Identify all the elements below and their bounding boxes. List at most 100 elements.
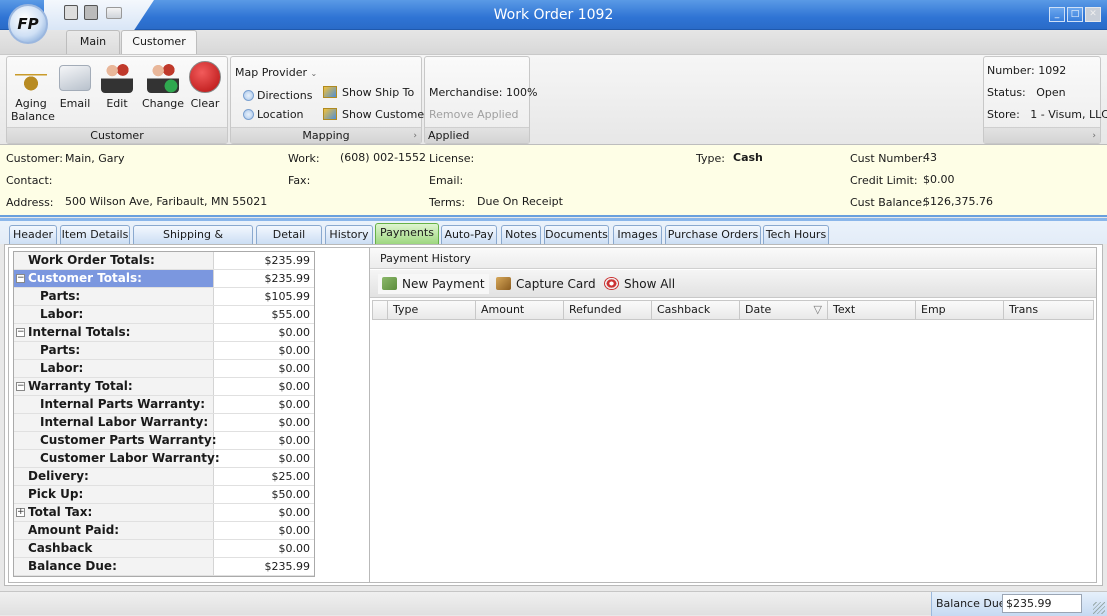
totals-row[interactable]: Work Order Totals: $235.99 — [14, 252, 314, 270]
email-button[interactable]: Email — [57, 61, 93, 110]
column-header-trans[interactable]: Trans — [1004, 301, 1093, 319]
column-header-type[interactable]: Type — [388, 301, 476, 319]
close-button[interactable]: ✕ — [1085, 7, 1101, 22]
tab-header[interactable]: Header — [9, 225, 57, 245]
capture-card-button[interactable]: Capture Card — [492, 274, 600, 294]
tab-auto-pay[interactable]: Auto-Pay — [441, 225, 497, 245]
mapping-group: Map Provider ⌄ Directions Location Show … — [230, 56, 429, 144]
totals-label-text: Parts: — [40, 289, 81, 303]
column-header-cashback[interactable]: Cashback — [652, 301, 740, 319]
column-header-amount[interactable]: Amount — [476, 301, 564, 319]
aging-balance-button[interactable]: Aging Balance — [11, 61, 55, 123]
new-payment-button[interactable]: New Payment — [378, 274, 489, 294]
location-button[interactable]: Location — [243, 108, 304, 121]
collapse-icon[interactable]: − — [16, 274, 25, 283]
balance-due-field[interactable]: $235.99 — [1002, 594, 1082, 613]
totals-label-text: Cashback — [28, 541, 93, 555]
tab-shipping-dispatching[interactable]: Shipping & Dispatching — [133, 225, 253, 259]
payment-history-pane: Payment History New Payment Capture Card… — [369, 247, 1097, 583]
totals-row-value: $0.00 — [278, 542, 311, 555]
totals-row[interactable]: Delivery: $25.00 — [14, 468, 314, 486]
minimize-button[interactable]: _ — [1049, 7, 1065, 22]
column-header-date[interactable]: Date ▽ — [740, 301, 828, 319]
totals-row[interactable]: Labor: $0.00 — [14, 360, 314, 378]
tab-notes[interactable]: Notes — [501, 225, 541, 245]
resize-grip-icon[interactable] — [1093, 602, 1105, 614]
cust-balance-value: $126,375.76 — [923, 195, 993, 208]
show-customer-button[interactable]: Show Customer — [323, 108, 429, 121]
customer-group: Aging Balance Email Edit Change Clear Cu… — [6, 56, 228, 144]
expand-icon[interactable]: + — [16, 508, 25, 517]
ribbon-tab-main[interactable]: Main — [66, 30, 120, 54]
totals-row[interactable]: − Internal Totals: $0.00 — [14, 324, 314, 342]
totals-row[interactable]: Internal Labor Warranty: $0.00 — [14, 414, 314, 432]
totals-label-text: Warranty Total: — [28, 379, 133, 393]
totals-row-value: $0.00 — [278, 434, 311, 447]
totals-label-text: Delivery: — [28, 469, 89, 483]
target-icon — [604, 277, 619, 290]
totals-row-value: $105.99 — [264, 290, 311, 303]
totals-row-value: $55.00 — [271, 308, 311, 321]
totals-row[interactable]: Pick Up: $50.00 — [14, 486, 314, 504]
column-header-refunded[interactable]: Refunded — [564, 301, 652, 319]
order-info-group: Number: 1092 Status: Open Store: 1 - Vis… — [983, 56, 1107, 144]
payments-content: Work Order Totals: $235.99− Customer Total… — [4, 244, 1103, 586]
maximize-button[interactable]: □ — [1067, 7, 1083, 22]
totals-row[interactable]: Labor: $55.00 — [14, 306, 314, 324]
totals-row[interactable]: Parts: $105.99 — [14, 288, 314, 306]
row-selector-header — [373, 301, 388, 319]
column-header-emp[interactable]: Emp — [916, 301, 1004, 319]
totals-row-value: $235.99 — [264, 272, 311, 285]
collapse-icon[interactable]: − — [16, 328, 25, 337]
tab-detail-lines[interactable]: Detail Lines — [256, 225, 322, 259]
edit-button[interactable]: Edit — [99, 61, 135, 110]
totals-row[interactable]: Parts: $0.00 — [14, 342, 314, 360]
tab-history[interactable]: History — [325, 225, 373, 245]
totals-row-value: $0.00 — [278, 344, 311, 357]
change-button[interactable]: Change — [141, 61, 185, 110]
app-menu-orb[interactable]: FP — [8, 4, 48, 44]
totals-row-label: Parts: — [14, 342, 214, 359]
tab-images[interactable]: Images — [613, 225, 662, 245]
totals-row[interactable]: Cashback $0.00 — [14, 540, 314, 558]
change-user-icon — [147, 61, 179, 93]
totals-label-text: Labor: — [40, 307, 84, 321]
totals-row[interactable]: Balance Due: $235.99 — [14, 558, 314, 576]
group-expand-icon[interactable]: › — [413, 128, 417, 144]
edit-user-icon — [101, 61, 133, 93]
merchandise-percentage[interactable]: Merchandise: 100% — [429, 86, 537, 99]
cust-balance-label: Cust Balance: — [850, 196, 926, 209]
window-title: Work Order 1092 — [493, 7, 614, 23]
totals-row[interactable]: − Customer Totals: $235.99 — [14, 270, 314, 288]
totals-row[interactable]: Customer Parts Warranty: $0.00 — [14, 432, 314, 450]
clear-icon — [189, 61, 221, 93]
map-provider-dropdown[interactable]: Map Provider ⌄ — [235, 66, 317, 79]
tab-item-details[interactable]: Item Details — [60, 225, 130, 245]
scales-icon — [15, 61, 47, 93]
remove-applied-button[interactable]: Remove Applied — [429, 108, 519, 121]
customer-label: Customer: — [6, 152, 63, 165]
totals-label-text: Customer Parts Warranty: — [40, 433, 217, 447]
directions-icon — [243, 90, 254, 101]
ribbon-tab-customer[interactable]: Customer — [121, 30, 197, 55]
totals-row[interactable]: + Total Tax: $0.00 — [14, 504, 314, 522]
directions-button[interactable]: Directions — [243, 89, 312, 102]
customer-name[interactable]: Main, Gary — [65, 152, 125, 165]
tab-tech-hours[interactable]: Tech Hours — [763, 225, 829, 245]
credit-limit-label: Credit Limit: — [850, 174, 918, 187]
totals-row[interactable]: Customer Labor Warranty: $0.00 — [14, 450, 314, 468]
show-all-button[interactable]: Show All — [600, 274, 679, 294]
totals-row[interactable]: Internal Parts Warranty: $0.00 — [14, 396, 314, 414]
column-header-text[interactable]: Text — [828, 301, 916, 319]
collapse-icon[interactable]: − — [16, 382, 25, 391]
clear-button[interactable]: Clear — [187, 61, 223, 110]
tab-payments[interactable]: Payments — [375, 223, 439, 245]
totals-row[interactable]: − Warranty Total: $0.00 — [14, 378, 314, 396]
group-expand-icon[interactable]: › — [1092, 128, 1096, 144]
totals-label-text: Customer Labor Warranty: — [40, 451, 220, 465]
tab-purchase-orders[interactable]: Purchase Orders — [665, 225, 761, 245]
totals-label-text: Pick Up: — [28, 487, 84, 501]
tab-documents[interactable]: Documents — [544, 225, 609, 245]
totals-row[interactable]: Amount Paid: $0.00 — [14, 522, 314, 540]
show-ship-to-button[interactable]: Show Ship To — [323, 86, 414, 99]
